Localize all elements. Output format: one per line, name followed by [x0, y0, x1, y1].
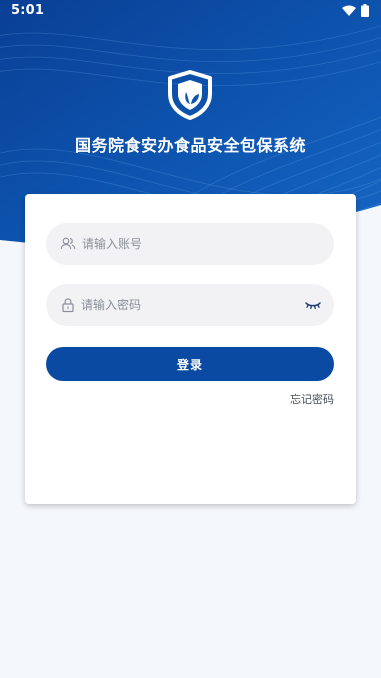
battery-icon	[361, 4, 369, 17]
lock-icon	[62, 298, 74, 313]
user-icon	[60, 237, 76, 250]
password-input[interactable]	[81, 284, 281, 326]
login-button[interactable]: 登录	[46, 347, 334, 381]
status-time: 5:01	[11, 3, 45, 18]
status-bar: 5:01	[0, 0, 381, 22]
login-card: 登录 忘记密码	[25, 194, 356, 504]
eye-closed-icon[interactable]	[304, 297, 322, 313]
app-title: 国务院食安办食品安全包保系统	[74, 136, 306, 155]
status-icons	[342, 4, 369, 17]
password-field[interactable]	[46, 284, 334, 326]
shield-leaf-icon	[168, 70, 212, 120]
forgot-password-link[interactable]: 忘记密码	[290, 391, 334, 407]
account-field[interactable]	[46, 223, 334, 265]
wifi-icon	[342, 5, 356, 16]
account-input[interactable]	[82, 223, 282, 265]
